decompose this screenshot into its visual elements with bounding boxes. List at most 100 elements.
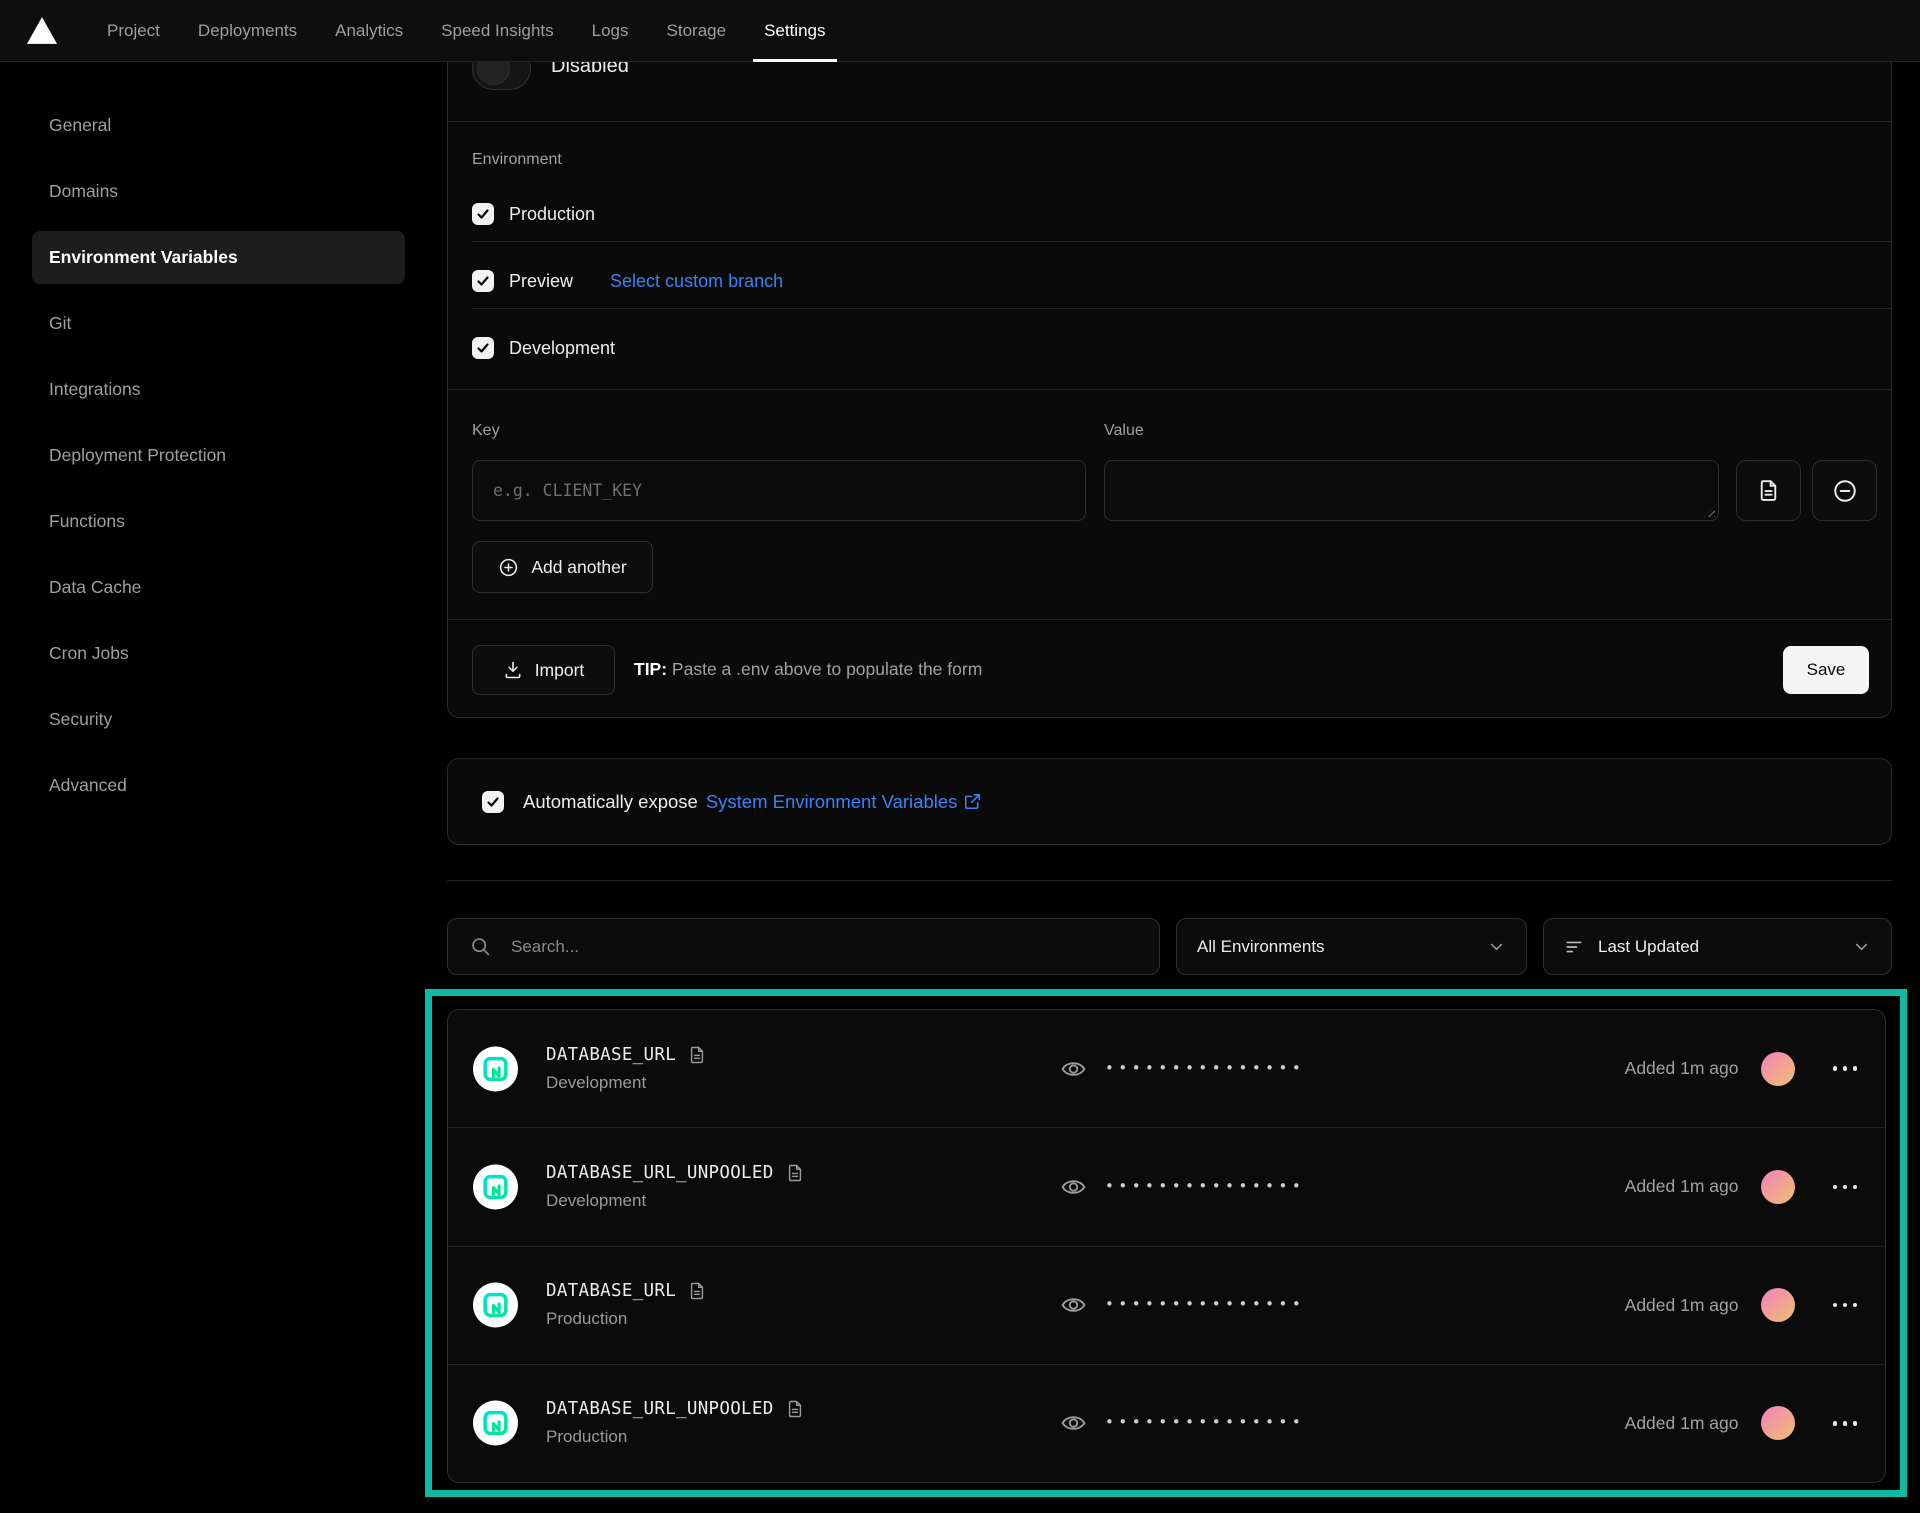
environment-filter-select[interactable]: All Environments (1176, 918, 1527, 975)
env-var-row[interactable]: DATABASE_URL Production ••••••••••••••• … (448, 1246, 1885, 1364)
neon-integration-avatar (473, 1283, 518, 1328)
sidebar-item-advanced[interactable]: Advanced (32, 759, 405, 812)
vercel-triangle-icon (26, 16, 58, 45)
row-menu-button[interactable] (1831, 1060, 1860, 1077)
save-button[interactable]: Save (1783, 646, 1869, 694)
reveal-value-button[interactable] (1060, 1410, 1087, 1437)
nav-item-project[interactable]: Project (88, 0, 179, 62)
import-button[interactable]: Import (472, 645, 615, 695)
value-input[interactable] (1104, 460, 1719, 521)
eye-icon (1060, 1055, 1087, 1082)
system-env-checkbox[interactable] (482, 791, 504, 813)
env-var-name: DATABASE_URL (546, 1045, 676, 1065)
note-icon[interactable] (687, 1045, 707, 1065)
added-timestamp: Added 1m ago (1625, 1058, 1739, 1079)
nav-item-speed-insights[interactable]: Speed Insights (422, 0, 572, 62)
env-var-info: DATABASE_URL Production (546, 1281, 707, 1329)
nav-item-analytics[interactable]: Analytics (316, 0, 422, 62)
sidebar-item-security[interactable]: Security (32, 693, 405, 746)
added-timestamp: Added 1m ago (1625, 1413, 1739, 1434)
add-another-button[interactable]: Add another (472, 541, 653, 593)
neon-integration-avatar (473, 1164, 518, 1209)
env-var-name: DATABASE_URL (546, 1281, 676, 1301)
eye-icon (1060, 1292, 1087, 1319)
sidebar-item-deployment-protection[interactable]: Deployment Protection (32, 429, 405, 482)
sidebar-item-cron-jobs[interactable]: Cron Jobs (32, 627, 405, 680)
divider (472, 308, 1891, 309)
row-menu-button[interactable] (1831, 1297, 1860, 1314)
chevron-down-icon (1852, 937, 1871, 956)
row-menu-button[interactable] (1831, 1179, 1860, 1196)
tip-prefix: TIP: (634, 659, 667, 679)
neon-logo-icon (481, 1054, 510, 1083)
note-icon[interactable] (687, 1281, 707, 1301)
sidebar-item-domains[interactable]: Domains (32, 165, 405, 218)
nav-item-settings[interactable]: Settings (745, 0, 844, 62)
sidebar-item-data-cache[interactable]: Data Cache (32, 561, 405, 614)
reveal-value-button[interactable] (1060, 1055, 1087, 1082)
user-avatar (1761, 1052, 1795, 1086)
nav-item-deployments[interactable]: Deployments (179, 0, 316, 62)
remove-row-button[interactable] (1812, 460, 1877, 521)
note-icon[interactable] (785, 1399, 805, 1419)
row-meta: Added 1m ago (1625, 1010, 1859, 1127)
file-icon (1756, 478, 1781, 503)
development-label: Development (509, 338, 615, 359)
env-var-environment: Production (546, 1309, 707, 1329)
sort-select[interactable]: Last Updated (1543, 918, 1892, 975)
env-var-info: DATABASE_URL_UNPOOLED Development (546, 1163, 805, 1211)
neon-integration-avatar (473, 1046, 518, 1091)
env-var-info: DATABASE_URL_UNPOOLED Production (546, 1399, 805, 1447)
search-input[interactable] (511, 937, 1137, 957)
search-box (447, 918, 1160, 975)
sidebar-item-git[interactable]: Git (32, 297, 405, 350)
divider (448, 619, 1891, 620)
system-env-label: Automatically expose (523, 791, 698, 813)
reveal-value-button[interactable] (1060, 1173, 1087, 1200)
divider (447, 880, 1892, 881)
nav-item-storage[interactable]: Storage (648, 0, 746, 62)
sort-icon (1564, 937, 1584, 957)
select-custom-branch-link[interactable]: Select custom branch (610, 271, 783, 292)
top-navbar: Project Deployments Analytics Speed Insi… (0, 0, 1920, 62)
development-checkbox[interactable] (472, 337, 494, 359)
divider (448, 389, 1891, 390)
note-icon[interactable] (785, 1163, 805, 1183)
environment-variables-settings-page: Disabled Environment Production Preview … (0, 0, 1920, 1513)
system-env-text: Automatically expose System Environment … (523, 791, 982, 813)
env-var-row[interactable]: DATABASE_URL Development •••••••••••••••… (448, 1010, 1885, 1127)
vercel-logo-icon[interactable] (26, 0, 66, 62)
nav-items: Project Deployments Analytics Speed Insi… (88, 0, 845, 62)
production-checkbox[interactable] (472, 203, 494, 225)
environment-option-development: Development (472, 336, 615, 360)
key-input[interactable] (472, 460, 1086, 521)
env-var-row[interactable]: DATABASE_URL_UNPOOLED Development ••••••… (448, 1127, 1885, 1245)
sidebar-item-functions[interactable]: Functions (32, 495, 405, 548)
row-menu-button[interactable] (1831, 1415, 1860, 1432)
masked-value: ••••••••••••••• (1105, 1177, 1305, 1195)
added-timestamp: Added 1m ago (1625, 1295, 1739, 1316)
environment-option-production: Production (472, 202, 595, 226)
preview-checkbox[interactable] (472, 270, 494, 292)
masked-value: ••••••••••••••• (1105, 1059, 1305, 1077)
eye-icon (1060, 1173, 1087, 1200)
reveal-value-button[interactable] (1060, 1292, 1087, 1319)
env-var-row[interactable]: DATABASE_URL_UNPOOLED Production •••••••… (448, 1364, 1885, 1482)
paste-env-file-button[interactable] (1736, 460, 1801, 521)
sidebar-item-general[interactable]: General (32, 99, 405, 152)
settings-sidebar: General Domains Environment Variables Gi… (32, 99, 405, 825)
system-env-variables-link[interactable]: System Environment Variables (706, 791, 983, 813)
added-timestamp: Added 1m ago (1625, 1176, 1739, 1197)
nav-item-logs[interactable]: Logs (573, 0, 648, 62)
production-label: Production (509, 204, 595, 225)
neon-logo-icon (481, 1291, 510, 1320)
sidebar-item-environment-variables[interactable]: Environment Variables (32, 231, 405, 284)
environment-option-preview: Preview Select custom branch (472, 269, 783, 293)
key-field-label: Key (472, 422, 500, 440)
sidebar-item-integrations[interactable]: Integrations (32, 363, 405, 416)
row-meta: Added 1m ago (1625, 1247, 1859, 1364)
env-var-environment: Development (546, 1191, 805, 1211)
user-avatar (1761, 1170, 1795, 1204)
divider (472, 241, 1891, 242)
user-avatar (1761, 1406, 1795, 1440)
